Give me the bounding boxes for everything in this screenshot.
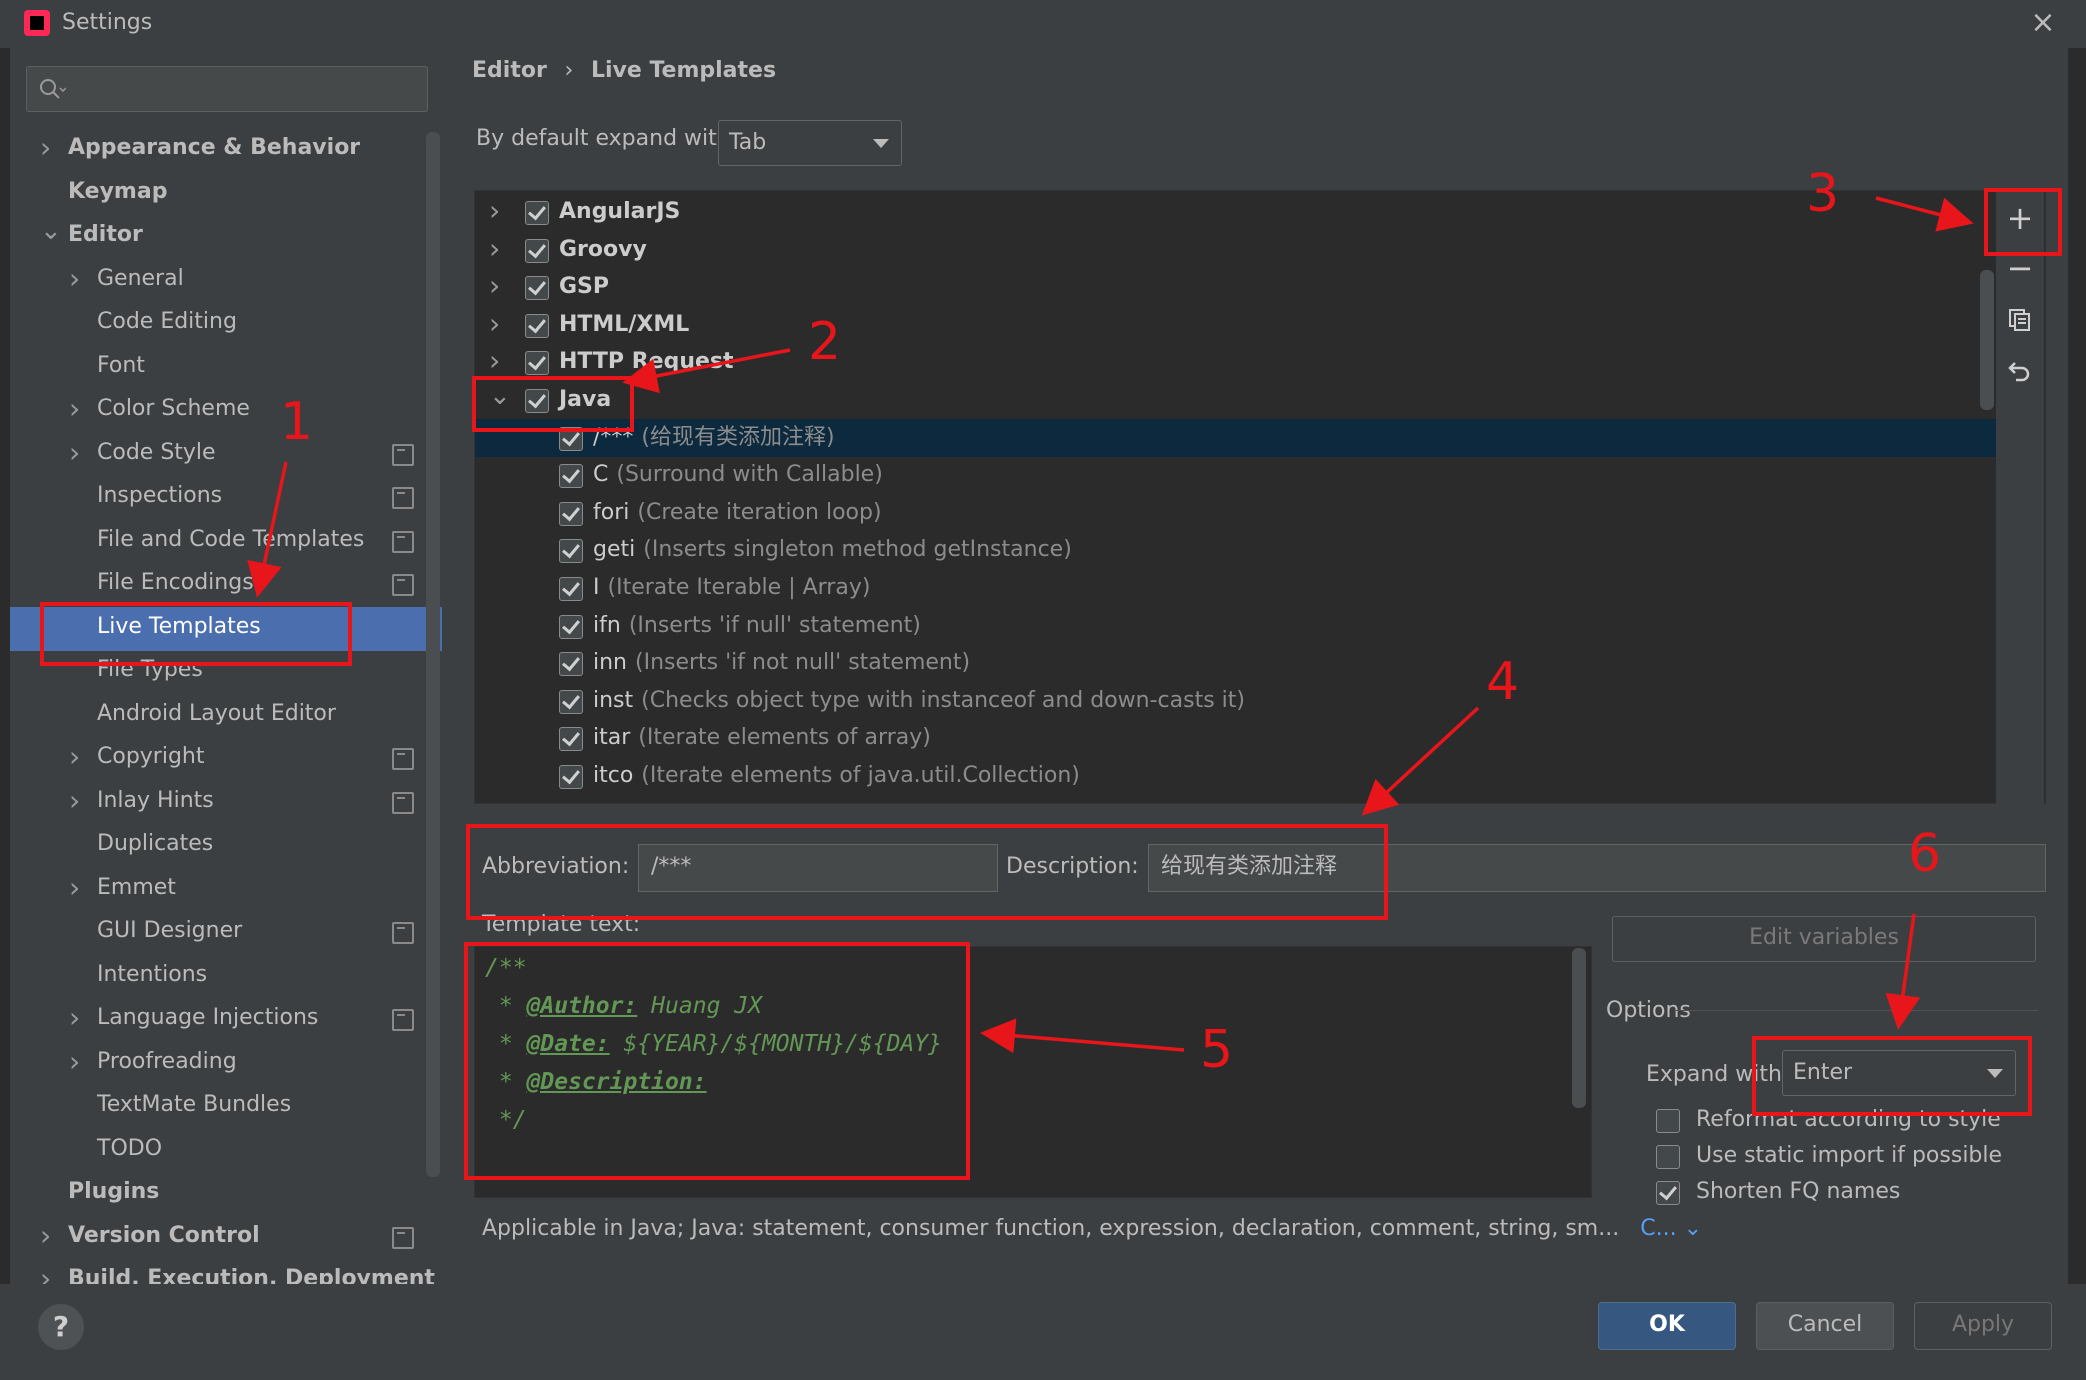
annotation-arrow-3 (1875, 196, 1974, 232)
annotation-arrow-5 (980, 1018, 1185, 1054)
annotation-arrow-6 (1885, 913, 1921, 1030)
annotation-arrow-1 (247, 461, 288, 598)
annotation-arrows (247, 196, 1974, 1054)
annotation-arrow-2 (622, 348, 791, 394)
annotation-arrow-4 (1361, 706, 1480, 816)
